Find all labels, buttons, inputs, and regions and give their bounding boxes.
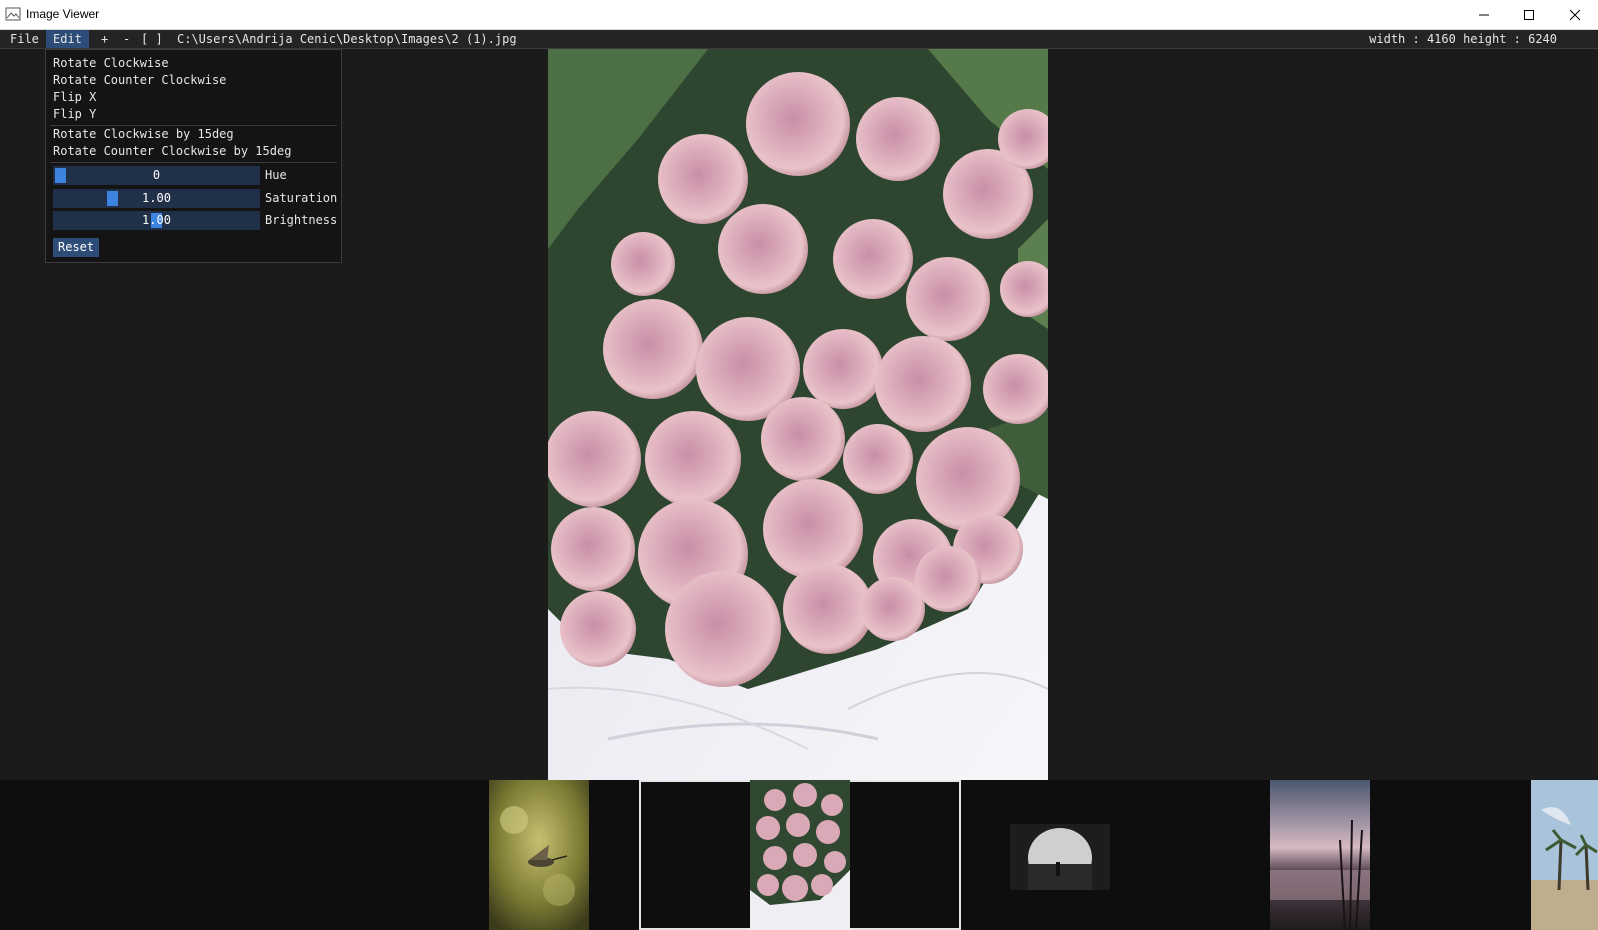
thumbnail-palm-trees[interactable] — [1531, 780, 1598, 930]
main-image[interactable] — [548, 49, 1048, 780]
brightness-value: 1.00 — [142, 213, 171, 227]
thumbnail-hummingbird-image — [489, 780, 589, 930]
menu-item-flip-x[interactable]: Flip X — [53, 89, 96, 106]
zoom-in-button[interactable]: + — [94, 30, 115, 48]
hue-value: 0 — [152, 168, 161, 182]
thumbnail-tunnel-image — [1010, 824, 1110, 890]
thumbnail-tunnel[interactable] — [961, 780, 1274, 930]
saturation-value: 1.00 — [142, 191, 171, 205]
saturation-label: Saturation — [265, 191, 338, 205]
image-dimensions: width : 4160 height : 6240 — [1369, 32, 1557, 46]
minimize-button[interactable] — [1461, 0, 1507, 29]
thumbnail-hummingbird[interactable] — [333, 780, 646, 930]
thumbnail-strip — [0, 780, 1598, 930]
zoom-out-button[interactable]: - — [116, 30, 137, 48]
thumbnail-sunset-lake-image — [1270, 780, 1370, 930]
fit-to-window-button[interactable]: [ ] — [141, 30, 163, 48]
edit-menu-dropdown: Rotate Clockwise Rotate Counter Clockwis… — [45, 49, 342, 263]
close-button[interactable] — [1552, 0, 1598, 29]
menu-file[interactable]: File — [3, 30, 46, 48]
image-icon — [5, 7, 21, 21]
hue-label: Hue — [265, 168, 287, 182]
menu-item-rotate-clockwise-15deg[interactable]: Rotate Clockwise by 15deg — [53, 126, 234, 143]
thumbnail-roses-image — [750, 780, 850, 930]
reset-button[interactable]: Reset — [53, 238, 100, 257]
saturation-slider[interactable]: 1.00 — [53, 189, 260, 208]
file-path: C:\Users\Andrija Cenic\Desktop\Images\2 … — [177, 32, 517, 46]
maximize-icon — [1524, 9, 1534, 20]
brightness-slider[interactable]: 1.00 — [53, 211, 260, 230]
minimize-icon — [1479, 14, 1489, 15]
menu-bar: File Edit + - [ ] C:\Users\Andrija Cenic… — [0, 30, 1598, 49]
brightness-label: Brightness — [265, 213, 338, 227]
thumbnail-roses[interactable] — [639, 780, 961, 930]
menu-item-rotate-counter-clockwise[interactable]: Rotate Counter Clockwise — [53, 72, 226, 89]
menu-edit[interactable]: Edit — [46, 30, 89, 48]
thumbnail-palm-trees-image — [1531, 780, 1598, 930]
menu-item-rotate-counter-clockwise-15deg[interactable]: Rotate Counter Clockwise by 15deg — [53, 143, 291, 160]
window-title: Image Viewer — [26, 7, 100, 21]
menu-item-rotate-clockwise[interactable]: Rotate Clockwise — [53, 55, 169, 72]
maximize-button[interactable] — [1506, 0, 1552, 29]
menu-separator — [50, 162, 337, 163]
close-icon — [1569, 9, 1581, 20]
title-bar: Image Viewer — [0, 0, 1598, 30]
hue-slider[interactable]: 0 — [53, 166, 260, 185]
menu-item-flip-y[interactable]: Flip Y — [53, 106, 96, 123]
